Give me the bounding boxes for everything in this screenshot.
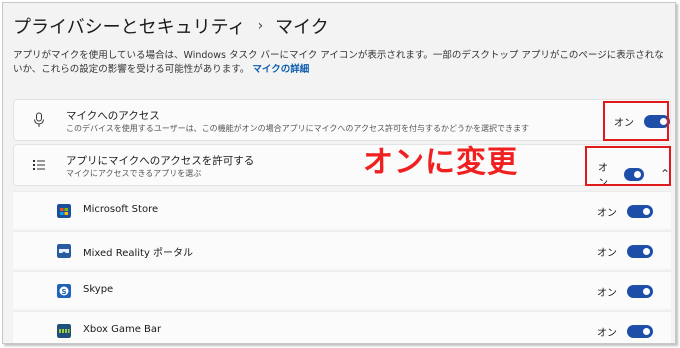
app-access-card[interactable]: アプリにマイクへのアクセスを許可する マイクにアクセスできるアプリを選ぶ オン …: [13, 144, 671, 189]
page-title: マイク: [275, 17, 329, 38]
app-toggle-group: オン: [597, 284, 653, 299]
mixed-reality-portal-icon: [57, 244, 71, 258]
app-access-title: アプリにマイクへのアクセスを許可する: [66, 155, 255, 167]
app-name: Mixed Reality ポータル: [83, 248, 194, 259]
mic-access-subtitle: このデバイスを使用するユーザーは、この機能がオンの場合アプリにマイクへのアクセス…: [66, 124, 530, 133]
skype-icon: S: [57, 284, 71, 298]
app-state: オン: [597, 328, 617, 339]
app-name: Microsoft Store: [83, 204, 159, 215]
page-description: アプリがマイクを使用している場合は、Windows タスク バーにマイク アイコ…: [13, 49, 673, 77]
app-toggle-group: オン: [597, 204, 653, 219]
annotation-callout: オンに変更: [363, 145, 518, 180]
app-row: Xbox Game Bar オン: [13, 311, 671, 343]
highlight-box-app-access: [585, 146, 671, 186]
app-toggle-group: オン: [597, 324, 653, 339]
app-access-subtitle: マイクにアクセスできるアプリを選ぶ: [66, 169, 202, 178]
app-row: Mixed Reality ポータル オン: [13, 231, 671, 269]
mic-access-title: マイクへのアクセス: [66, 110, 160, 122]
breadcrumb-parent[interactable]: プライバシーとセキュリティ: [13, 13, 246, 39]
app-toggle-microsoft-store[interactable]: [627, 205, 653, 218]
microphone-icon: [34, 112, 44, 127]
app-state: オン: [597, 248, 617, 259]
svg-text:S: S: [61, 288, 66, 296]
highlight-box-mic-access: [603, 101, 669, 141]
list-icon: [33, 160, 45, 170]
xbox-game-bar-icon: [57, 324, 71, 338]
mic-details-link[interactable]: マイクの詳細: [252, 64, 309, 75]
breadcrumb: プライバシーとセキュリティ › マイク: [13, 13, 329, 39]
app-state: オン: [597, 288, 617, 299]
app-name: Xbox Game Bar: [83, 324, 162, 335]
app-row: S Skype オン: [13, 271, 671, 309]
app-name: Skype: [83, 284, 114, 295]
description-text: アプリがマイクを使用している場合は、Windows タスク バーにマイク アイコ…: [13, 50, 664, 75]
breadcrumb-separator: ›: [257, 18, 264, 34]
app-toggle-mixed-reality-portal[interactable]: [627, 245, 653, 258]
microsoft-store-icon: [57, 204, 71, 218]
app-state: オン: [597, 208, 617, 219]
settings-window: プライバシーとセキュリティ › マイク アプリがマイクを使用している場合は、Wi…: [2, 2, 676, 344]
app-toggle-group: オン: [597, 244, 653, 259]
app-row: Microsoft Store オン: [13, 191, 671, 229]
mic-access-card: マイクへのアクセス このデバイスを使用するユーザーは、この機能がオンの場合アプリ…: [13, 99, 671, 141]
app-toggle-skype[interactable]: [627, 285, 653, 298]
app-toggle-xbox-game-bar[interactable]: [627, 325, 653, 338]
